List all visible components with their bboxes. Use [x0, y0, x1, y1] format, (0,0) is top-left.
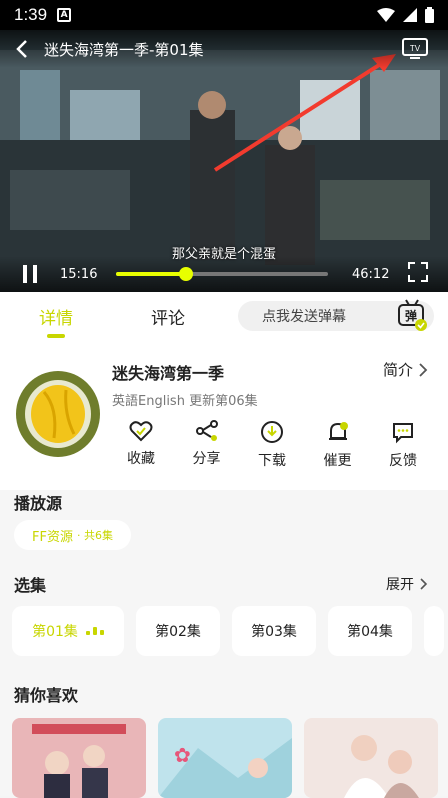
episode-label: 第01集 — [32, 624, 78, 640]
status-bar: 1:39 A — [0, 0, 448, 30]
intro-label: 简介 — [382, 361, 413, 379]
chevron-right-icon — [420, 578, 428, 590]
expand-label: 展开 — [386, 577, 414, 593]
recommend-heading: 猜你喜欢 — [14, 686, 79, 705]
episodes-heading: 选集 — [14, 576, 47, 595]
battery-icon — [425, 7, 434, 23]
show-poster-durian — [16, 371, 100, 457]
danmu-icon: 弹 — [398, 299, 427, 331]
content-area: 详情 评论 点我发送弹幕 弹 迷失海湾第一季 简介 英語English 更新第0… — [0, 292, 448, 798]
expand-episodes-button[interactable]: 展开 — [386, 574, 428, 594]
episode-item[interactable]: 第01集 — [12, 606, 124, 656]
current-time: 15:16 — [60, 266, 98, 282]
player-controls: 15:16 46:12 — [0, 256, 448, 292]
episode-item-partial[interactable] — [424, 606, 444, 656]
show-meta: 英語English 更新第06集 — [112, 394, 258, 409]
recommend-poster[interactable] — [304, 718, 438, 798]
download-button[interactable]: 下载 — [243, 420, 301, 470]
progress-fill — [116, 272, 186, 276]
cast-tv-button[interactable]: TV — [402, 38, 428, 64]
fullscreen-icon — [408, 262, 428, 282]
status-time: 1:39 — [14, 5, 48, 24]
share-label: 分享 — [192, 451, 221, 467]
recommend-list: ✿ — [12, 718, 438, 798]
sources-heading: 播放源 — [14, 494, 63, 513]
urge-update-button[interactable]: 催更 — [309, 420, 367, 470]
episode-item[interactable]: 第04集 — [328, 606, 412, 656]
danmu-badge: 弹 — [405, 308, 417, 323]
source-count: · 共6集 — [76, 529, 113, 542]
share-button[interactable]: 分享 — [178, 420, 236, 470]
pause-icon — [23, 265, 37, 283]
playing-indicator-icon — [85, 627, 104, 635]
source-ff[interactable]: FF资源 · 共6集 — [14, 520, 131, 550]
svg-text:TV: TV — [410, 44, 421, 53]
intro-link[interactable]: 简介 — [383, 359, 428, 380]
favorite-button[interactable]: 收藏 — [112, 420, 170, 470]
source-name: FF资源 — [32, 529, 73, 545]
feedback-label: 反馈 — [389, 453, 417, 469]
episode-item[interactable]: 第03集 — [232, 606, 316, 656]
heart-icon — [129, 421, 153, 442]
back-button[interactable] — [0, 30, 44, 68]
chevron-left-icon — [16, 40, 27, 58]
share-icon — [195, 420, 218, 441]
episode-title: 迷失海湾第一季-第01集 — [44, 40, 204, 59]
download-label: 下载 — [258, 453, 286, 469]
danmu-toggle-button[interactable]: 弹 — [396, 298, 428, 336]
action-row: 收藏 分享 下载 催更 反馈 — [112, 420, 442, 470]
episode-item[interactable]: 第02集 — [136, 606, 220, 656]
tab-bar: 详情 评论 点我发送弹幕 弹 — [0, 292, 448, 340]
notification-a-icon: A — [57, 8, 72, 22]
video-player[interactable]: 迷失海湾第一季-第01集 TV 那父亲就是个混蛋 15:16 46:12 — [0, 30, 448, 292]
chevron-right-icon — [419, 362, 428, 377]
bell-icon — [328, 422, 348, 440]
danmu-placeholder: 点我发送弹幕 — [262, 309, 346, 325]
pause-button[interactable] — [0, 265, 60, 283]
episode-list: 第01集 第02集 第03集 第04集 — [12, 606, 444, 656]
show-info-card: 迷失海湾第一季 简介 英語English 更新第06集 收藏 分享 下载 催更 — [0, 340, 448, 490]
progress-knob[interactable] — [178, 267, 193, 281]
fullscreen-button[interactable] — [408, 262, 428, 286]
signal-icon — [403, 8, 417, 22]
download-icon — [261, 421, 283, 443]
progress-bar[interactable] — [116, 267, 328, 281]
urge-update-label: 催更 — [323, 453, 352, 469]
show-title: 迷失海湾第一季 — [112, 364, 225, 383]
svg-text:✿: ✿ — [174, 743, 191, 767]
tab-comments[interactable]: 评论 — [112, 304, 224, 329]
wifi-icon — [377, 8, 395, 22]
feedback-icon — [393, 423, 413, 444]
danmu-input[interactable]: 点我发送弹幕 弹 — [238, 299, 434, 331]
tv-icon: TV — [402, 38, 428, 59]
recommend-poster[interactable] — [12, 718, 146, 798]
feedback-button[interactable]: 反馈 — [374, 420, 432, 470]
tab-details[interactable]: 详情 — [0, 304, 112, 338]
favorite-label: 收藏 — [127, 451, 155, 467]
player-top-bar: 迷失海湾第一季-第01集 — [0, 30, 448, 68]
total-time: 46:12 — [352, 266, 390, 282]
recommend-poster[interactable]: ✿ — [158, 718, 292, 798]
